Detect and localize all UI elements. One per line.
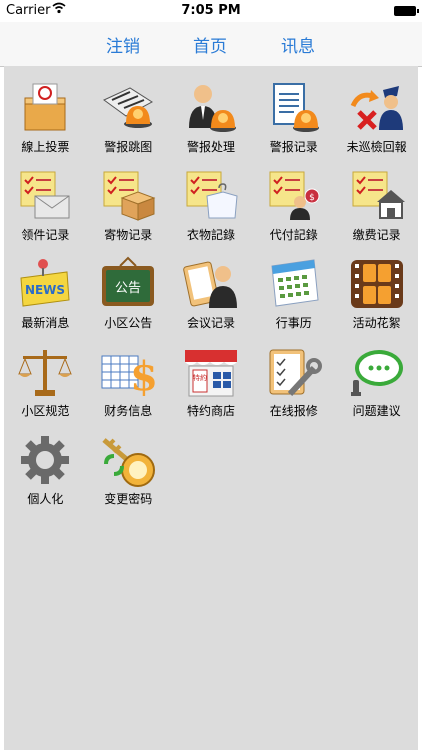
tile-alarm-log[interactable]: 警报记录 — [252, 74, 335, 162]
tile-label: 领件记录 — [21, 228, 70, 242]
tile-online-voting[interactable]: 線上投票 — [4, 74, 87, 162]
home-button[interactable]: 首页 — [193, 32, 227, 57]
top-nav-bar: 注销 首页 讯息 — [0, 22, 422, 67]
tile-calendar[interactable]: 行事历 — [252, 250, 335, 338]
alarm-log-icon — [266, 80, 322, 136]
mail-pickup-icon — [17, 168, 73, 224]
gear-icon — [17, 432, 73, 488]
alarm-map-icon — [100, 80, 156, 136]
tile-alarm-handling[interactable]: 警报处理 — [170, 74, 253, 162]
proxy-pay-icon: $ — [266, 168, 322, 224]
tile-label: 缴费记录 — [352, 228, 401, 242]
tile-patrol-report[interactable]: 未巡檢回報 — [335, 74, 418, 162]
calendar-icon — [266, 256, 322, 312]
tile-community-announcement[interactable]: 公告 小区公告 — [87, 250, 170, 338]
patrol-report-icon — [349, 80, 405, 136]
tile-label: 会议记录 — [186, 316, 235, 330]
message-button[interactable]: 讯息 — [281, 32, 315, 57]
tile-package-deposit[interactable]: 寄物记录 — [87, 162, 170, 250]
chat-bubble-icon — [349, 344, 405, 400]
scales-icon — [17, 344, 73, 400]
package-deposit-icon — [100, 168, 156, 224]
news-badge-text: NEWS — [25, 283, 65, 297]
logout-button[interactable]: 注销 — [106, 32, 140, 57]
tile-partner-store[interactable]: 特約 特约商店 — [170, 338, 253, 426]
fee-payment-icon — [349, 168, 405, 224]
store-icon: 特約 — [183, 344, 239, 400]
tile-label: 小区规范 — [21, 404, 70, 418]
tile-label: 在线报修 — [269, 404, 318, 418]
tile-fee-payment[interactable]: 缴费记录 — [335, 162, 418, 250]
tile-label: 警报跳图 — [104, 140, 153, 154]
repair-tools-icon — [266, 344, 322, 400]
tile-proxy-pay[interactable]: $ 代付記錄 — [252, 162, 335, 250]
announcement-badge-text: 公告 — [115, 281, 141, 296]
tile-community-rules[interactable]: 小区规范 — [4, 338, 87, 426]
tile-label: 寄物记录 — [104, 228, 153, 242]
meeting-notes-icon — [183, 256, 239, 312]
store-sign-text: 特約 — [193, 373, 207, 382]
tile-label: 活动花絮 — [352, 316, 401, 330]
battery-icon — [394, 6, 419, 16]
menu-grid: 線上投票 警报跳图 警报处理 警报记录 未巡檢回報 领件记录 寄物记录 衣物記錄… — [4, 74, 418, 514]
tile-label: 線上投票 — [21, 140, 70, 154]
tile-change-password[interactable]: 变更密码 — [87, 426, 170, 514]
tile-personalization[interactable]: 個人化 — [4, 426, 87, 514]
ballot-box-icon — [17, 80, 73, 136]
tile-label: 小区公告 — [104, 316, 153, 330]
tile-clothes-log[interactable]: 衣物記錄 — [170, 162, 253, 250]
tile-label: 警报记录 — [269, 140, 318, 154]
tile-label: 行事历 — [275, 316, 312, 330]
tile-label: 代付記錄 — [269, 228, 318, 242]
tile-label: 最新消息 — [21, 316, 70, 330]
tile-label: 问题建议 — [352, 404, 401, 418]
alarm-handler-icon — [183, 80, 239, 136]
tile-label: 未巡檢回報 — [346, 140, 407, 154]
tile-label: 财务信息 — [104, 404, 153, 418]
tile-mail-pickup[interactable]: 领件记录 — [4, 162, 87, 250]
announcement-board-icon: 公告 — [100, 256, 156, 312]
tile-label: 個人化 — [27, 492, 64, 506]
tile-feedback[interactable]: 问题建议 — [335, 338, 418, 426]
clothes-log-icon — [183, 168, 239, 224]
tile-label: 特约商店 — [186, 404, 235, 418]
tile-latest-news[interactable]: NEWS 最新消息 — [4, 250, 87, 338]
tile-label: 警报处理 — [186, 140, 235, 154]
tile-label: 衣物記錄 — [186, 228, 235, 242]
key-icon — [100, 432, 156, 488]
clock: 7:05 PM — [181, 3, 241, 18]
menu-panel: 線上投票 警报跳图 警报处理 警报记录 未巡檢回報 领件记录 寄物记录 衣物記錄… — [4, 66, 418, 750]
svg-text:$: $ — [309, 193, 315, 203]
tile-label: 变更密码 — [104, 492, 153, 506]
news-icon: NEWS — [17, 256, 73, 312]
svg-text:$: $ — [130, 353, 156, 400]
status-bar: Carrier 7:05 PM — [0, 0, 422, 22]
tile-event-highlights[interactable]: 活动花絮 — [335, 250, 418, 338]
tile-meeting-notes[interactable]: 会议记录 — [170, 250, 253, 338]
tile-finance-info[interactable]: $ 财务信息 — [87, 338, 170, 426]
tile-alarm-map[interactable]: 警报跳图 — [87, 74, 170, 162]
finance-icon: $ — [100, 344, 156, 400]
film-strip-icon — [349, 256, 405, 312]
tile-online-repair[interactable]: 在线报修 — [252, 338, 335, 426]
